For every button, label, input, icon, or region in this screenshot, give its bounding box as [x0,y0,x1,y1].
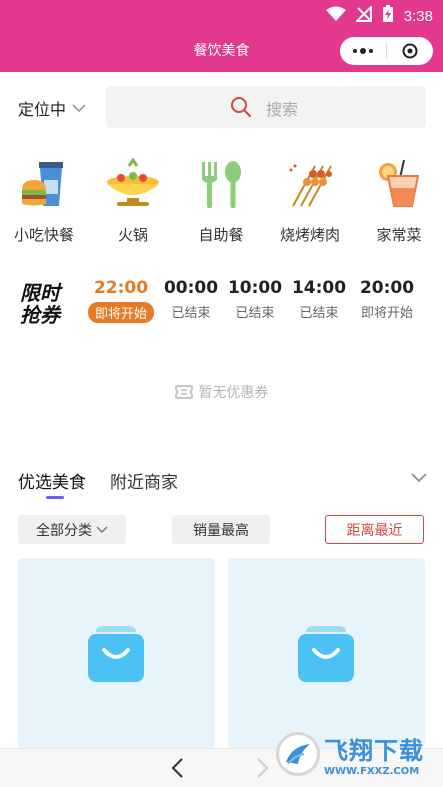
sort-distance-button[interactable]: 距离最近 [325,515,424,544]
target-icon [402,43,418,59]
watermark-title: 飞翔下载 [324,737,424,765]
slot-time: 10:00 [227,278,283,298]
burger-drink-icon [22,162,63,206]
category-hotpot[interactable]: 火锅 [89,158,177,245]
image-placeholder-icon [298,626,354,682]
mini-program-capsule [340,37,433,65]
tab-nearby-merchants[interactable]: 附近商家 [110,468,178,493]
chevron-down-icon [96,526,108,533]
watermark-url: WWW.FXXZ.COM [324,766,420,777]
category-label: 小吃快餐 [13,226,74,244]
empty-coupon-message: 暂无优惠券 [0,382,443,402]
slot-time: 14:00 [291,278,347,298]
skewers-icon [289,164,332,207]
slot-status: 即将开始 [88,302,154,323]
status-bar: 3:38 [325,4,433,27]
flash-coupon-badge: 限时 抢券 [20,282,70,326]
slot-status: 即将开始 [360,306,413,321]
back-arrow-icon[interactable] [170,757,186,779]
time-slot-2200[interactable]: 22:00 即将开始 [88,278,154,323]
category-label: 火锅 [117,226,148,244]
chevron-down-icon [72,104,86,113]
category-label: 烧烤烤肉 [279,226,340,244]
search-icon [231,97,252,118]
all-categories-filter[interactable]: 全部分类 [18,515,126,544]
sort-sales-button[interactable]: 销量最高 [172,515,270,544]
fork-spoon-icon [202,161,241,208]
slot-status: 已结束 [235,306,275,321]
more-menu-button[interactable] [340,48,386,54]
time-slot-1400[interactable]: 14:00 已结束 [286,278,352,321]
slot-time: 00:00 [163,278,219,298]
badge-line-2: 抢券 [20,303,60,327]
watermark-text: 飞翔下载 WWW.FXXZ.COM [324,731,424,777]
slot-time: 22:00 [93,278,149,298]
image-placeholder-icon [88,626,144,682]
filter-bar: 全部分类 销量最高 距离最近 [18,514,428,546]
active-tab-indicator [46,496,64,499]
more-dots-icon [353,48,373,54]
time-slot-2000[interactable]: 20:00 即将开始 [354,278,420,321]
close-mini-program-button[interactable] [387,43,433,59]
battery-charging-icon [382,5,394,27]
badge-line-1: 限时 [20,281,60,305]
watermark-emblem-icon [276,732,320,776]
forward-arrow-icon[interactable] [254,757,270,779]
wifi-icon [325,6,346,26]
chevron-down-icon[interactable] [410,470,428,484]
category-label: 家常菜 [376,226,422,244]
tab-featured-food[interactable]: 优选美食 [18,468,86,493]
food-card[interactable] [18,558,215,748]
cocktail-icon [379,159,420,207]
signal-off-icon [354,4,372,26]
location-label: 定位中 [18,100,67,119]
category-homestyle[interactable]: 家常菜 [355,158,443,245]
filter-label: 全部分类 [36,522,92,539]
coupon-icon [174,385,193,399]
slot-status: 已结束 [299,306,339,321]
category-bbq[interactable]: 烧烤烤肉 [266,158,354,245]
category-label: 自助餐 [198,226,244,244]
hotpot-icon [107,158,159,206]
flash-coupon-section: 限时 抢券 22:00 即将开始 00:00 已结束 10:00 已结束 14:… [0,276,443,336]
time-slot-1000[interactable]: 10:00 已结束 [222,278,288,321]
search-input[interactable]: 搜索 [106,86,426,128]
category-grid: 小吃快餐 火锅 自助餐 烧烤烤肉 家常菜 [0,158,443,250]
category-snack[interactable]: 小吃快餐 [0,158,88,245]
food-tabs: 优选美食 附近商家 [18,468,428,502]
slot-time: 20:00 [359,278,415,298]
empty-coupon-text: 暂无优惠券 [198,385,269,401]
category-buffet[interactable]: 自助餐 [177,158,265,245]
time-slot-0000[interactable]: 00:00 已结束 [158,278,224,321]
location-selector[interactable]: 定位中 [18,96,86,120]
search-placeholder: 搜索 [266,100,299,119]
slot-status: 已结束 [171,306,211,321]
food-card[interactable] [228,558,425,748]
app-header: 3:38 餐饮美食 [0,0,443,72]
watermark-logo: 飞翔下载 WWW.FXXZ.COM [276,726,436,782]
status-time: 3:38 [403,7,433,25]
